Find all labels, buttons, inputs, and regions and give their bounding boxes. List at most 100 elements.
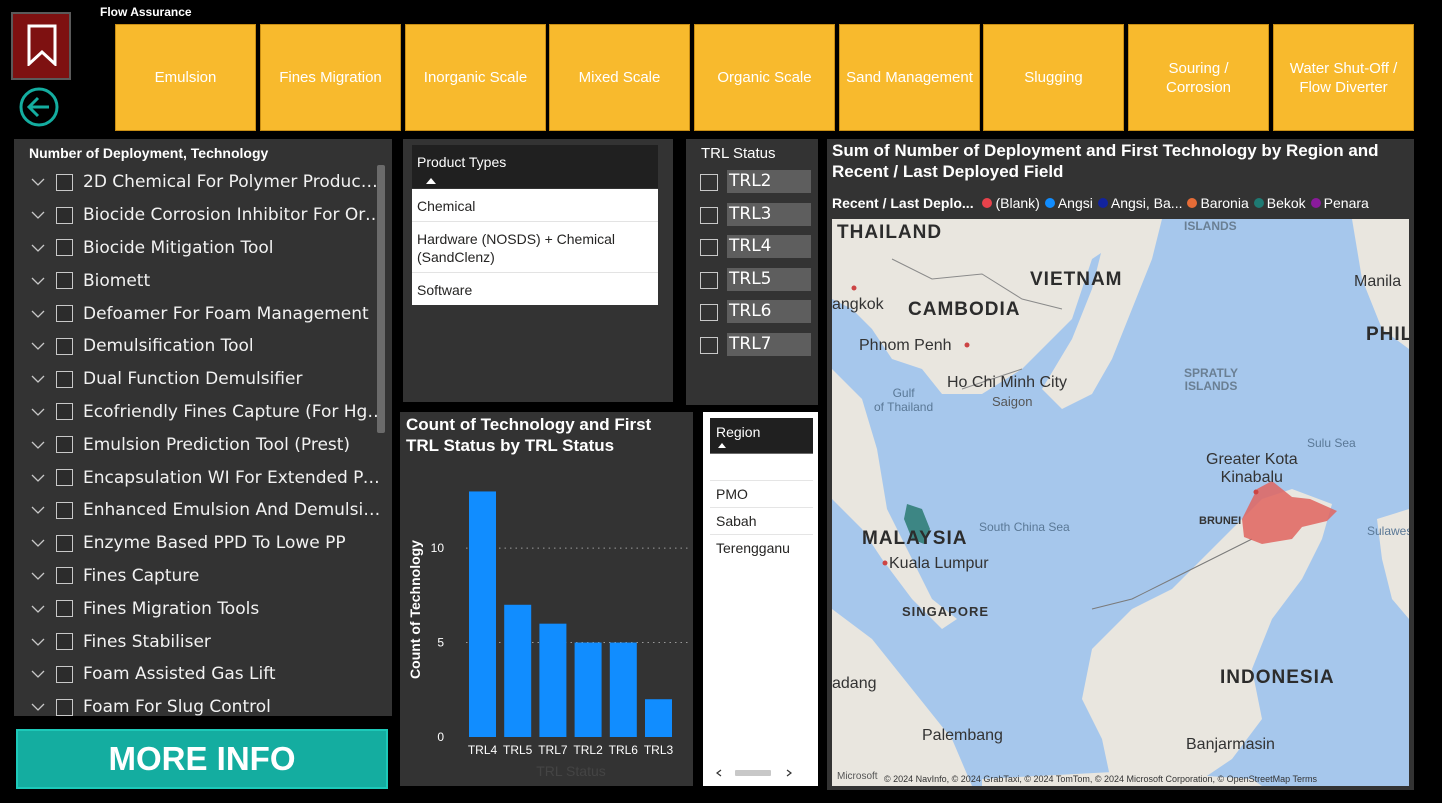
checkbox[interactable] [56,173,73,191]
product-type-item[interactable]: Software [412,273,658,305]
technology-item[interactable]: Biocide Mitigation Tool [14,232,386,265]
technology-item[interactable]: Enzyme Based PPD To Lowe PP [14,527,386,560]
legend-item[interactable]: Bekok [1253,195,1306,211]
product-type-item[interactable]: Hardware (NOSDS) + Chemical (SandClenz) [412,222,658,273]
legend-item[interactable]: Penara [1310,195,1369,211]
bar-trl3[interactable] [645,699,672,737]
chevron-down-icon[interactable] [30,371,46,387]
chevron-down-icon[interactable] [30,437,46,453]
checkbox[interactable] [56,600,73,618]
tile-mixed-scale[interactable]: Mixed Scale [549,24,690,131]
trl-item-trl3[interactable]: TRL3 [700,203,812,227]
technology-item[interactable]: Foam For Slug Control [14,691,386,716]
checkbox[interactable] [56,370,73,388]
legend-item[interactable]: Baronia [1187,195,1249,211]
technology-item[interactable]: Defoamer For Foam Management [14,297,386,330]
tile-souring-corrosion[interactable]: Souring / Corrosion [1128,24,1269,131]
checkbox[interactable] [56,698,73,716]
checkbox[interactable] [56,239,73,257]
map-canvas[interactable]: THAILAND ISLANDS VIETNAM angkok CAMBODIA… [832,219,1409,786]
chevron-down-icon[interactable] [30,634,46,650]
technology-item[interactable]: Foam Assisted Gas Lift [14,658,386,691]
trl-item-trl6[interactable]: TRL6 [700,300,812,324]
map-attribution[interactable]: © 2024 NavInfo, © 2024 GrabTaxi, © 2024 … [884,774,1317,784]
checkbox[interactable] [56,272,73,290]
tile-organic-scale[interactable]: Organic Scale [694,24,835,131]
back-button[interactable] [18,86,60,128]
technology-item[interactable]: Biomett [14,264,386,297]
tile-emulsion[interactable]: Emulsion [115,24,256,131]
checkbox[interactable] [56,337,73,355]
region-item-terengganu[interactable]: Terengganu [710,534,813,561]
product-type-item[interactable]: Chemical [412,189,658,222]
checkbox[interactable] [700,272,718,289]
checkbox[interactable] [56,534,73,552]
checkbox[interactable] [56,567,73,585]
checkbox[interactable] [56,436,73,454]
chevron-down-icon[interactable] [30,470,46,486]
tile-slugging[interactable]: Slugging [983,24,1124,131]
technology-item[interactable]: Biocide Corrosion Inhibitor For Orga... [14,199,386,232]
region-item-pmo[interactable]: PMO [710,480,813,507]
technology-item[interactable]: 2D Chemical For Polymer Produced ... [14,166,386,199]
tile-sand-management[interactable]: Sand Management [839,24,980,131]
legend-item[interactable]: Angsi, Ba... [1097,195,1182,211]
bar-trl2[interactable] [574,642,602,737]
trl-item-trl4[interactable]: TRL4 [700,235,812,259]
legend-item[interactable]: (Blank) [982,195,1040,211]
technology-item[interactable]: Ecofriendly Fines Capture (For Hgs P... [14,396,386,429]
chevron-down-icon[interactable] [30,273,46,289]
tile-inorganic-scale[interactable]: Inorganic Scale [405,24,546,131]
more-info-button[interactable]: MORE INFO [16,729,388,789]
checkbox[interactable] [700,337,718,354]
legend-item[interactable]: Angsi [1044,195,1093,211]
region-header[interactable]: Region [710,418,813,454]
technology-item[interactable]: Fines Capture [14,560,386,593]
technology-item[interactable]: Fines Stabiliser [14,625,386,658]
chevron-down-icon[interactable] [30,699,46,715]
product-types-header[interactable]: Product Types [412,145,658,188]
technology-item[interactable]: Fines Migration Tools [14,592,386,625]
trl-item-trl7[interactable]: TRL7 [700,333,812,357]
checkbox[interactable] [56,305,73,323]
trl-item-trl5[interactable]: TRL5 [700,268,812,292]
chevron-down-icon[interactable] [30,568,46,584]
chevron-down-icon[interactable] [30,404,46,420]
technology-scrollbar[interactable] [377,165,385,433]
chevron-down-icon[interactable] [30,306,46,322]
bar-trl4[interactable] [469,491,496,737]
checkbox[interactable] [700,304,718,321]
chevron-down-icon[interactable] [30,207,46,223]
tile-water-shutoff[interactable]: Water Shut-Off / Flow Diverter [1273,24,1414,131]
trl-item-trl2[interactable]: TRL2 [700,170,812,194]
chevron-down-icon[interactable] [30,535,46,551]
tile-fines-migration[interactable]: Fines Migration [260,24,401,131]
checkbox[interactable] [700,239,718,256]
chevron-down-icon[interactable] [30,240,46,256]
chevron-down-icon[interactable] [30,502,46,518]
chevron-down-icon[interactable] [30,174,46,190]
chevron-down-icon[interactable] [30,666,46,682]
checkbox[interactable] [56,403,73,421]
x-tick-label: TRL7 [538,743,568,757]
bar-trl5[interactable] [504,604,532,737]
region-horizontal-scrollbar[interactable] [707,768,807,778]
technology-item[interactable]: Emulsion Prediction Tool (Prest) [14,428,386,461]
checkbox[interactable] [56,665,73,683]
chevron-down-icon[interactable] [30,601,46,617]
checkbox[interactable] [700,174,718,191]
bar-trl6[interactable] [609,642,637,737]
logo-bookmark[interactable] [11,12,71,80]
bar-trl7[interactable] [539,623,567,737]
technology-item[interactable]: Encapsulation WI For Extended Perf... [14,461,386,494]
technology-item[interactable]: Demulsification Tool [14,330,386,363]
checkbox[interactable] [56,469,73,487]
technology-item[interactable]: Enhanced Emulsion And Demulsifica... [14,494,386,527]
checkbox[interactable] [56,501,73,519]
checkbox[interactable] [700,207,718,224]
region-item-sabah[interactable]: Sabah [710,507,813,534]
technology-item[interactable]: Dual Function Demulsifier [14,363,386,396]
checkbox[interactable] [56,206,73,224]
chevron-down-icon[interactable] [30,338,46,354]
checkbox[interactable] [56,633,73,651]
